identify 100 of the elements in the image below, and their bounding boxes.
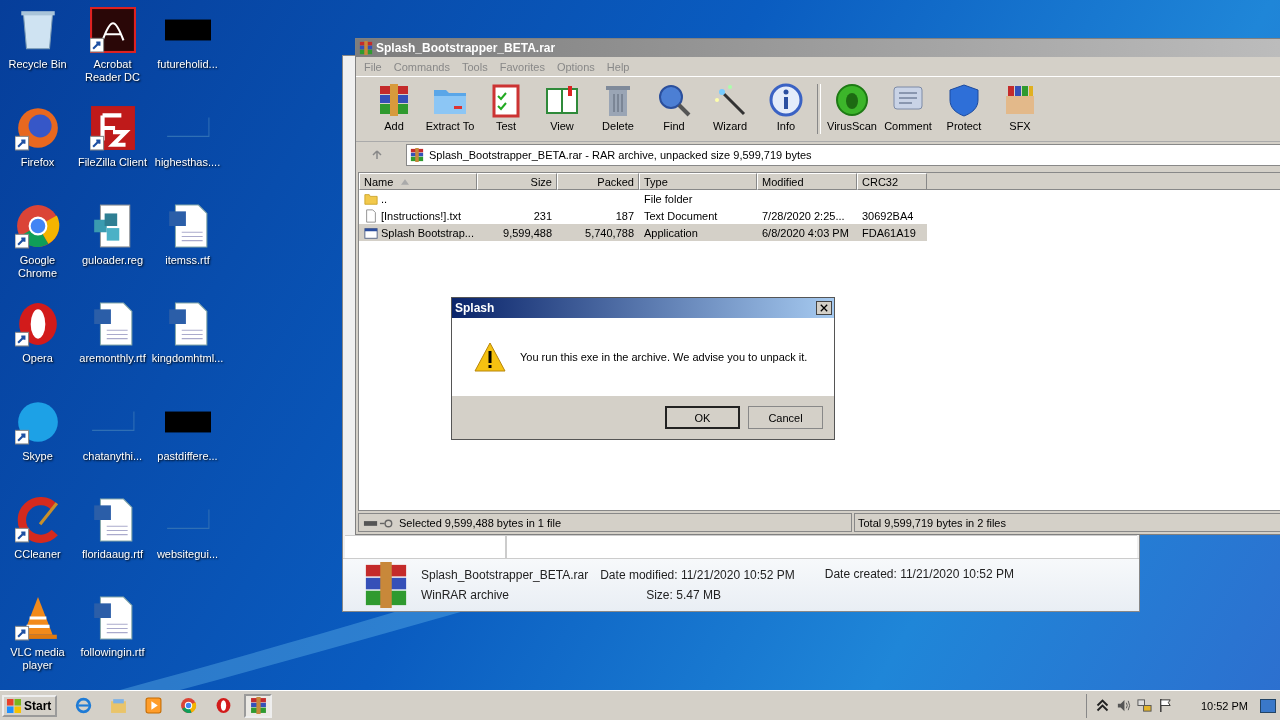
icon-label[interactable]: chatanythi... [76, 450, 149, 463]
ok-button[interactable]: OK [665, 406, 740, 429]
date-created: Date created: 11/21/2020 10:52 PM [824, 567, 1015, 581]
dialog-title: Splash [455, 301, 495, 315]
file-row[interactable]: Splash Bootstrap... 9,599,488 5,740,788 Application 6/8/2020 4:03 PM FDA61A19 [359, 224, 927, 241]
file-size: Size: 5.47 MB [646, 588, 722, 602]
cell-text: Application [644, 226, 698, 239]
cell-text: 231 [533, 209, 552, 222]
date-modified: Date modified: 11/21/2020 10:52 PM [600, 568, 795, 582]
cell-text: 7/28/2020 2:25... [762, 209, 845, 222]
browser-icon [179, 697, 197, 714]
toolbar-button[interactable]: Comment [880, 80, 936, 138]
icon-label[interactable]: VLC media player [1, 646, 74, 672]
application-icon [364, 225, 378, 240]
bug-icon [834, 82, 870, 118]
icon-label[interactable]: futureholid... [151, 58, 224, 71]
cell-text: [Instructions!].txt [381, 209, 462, 222]
cell-text: 5,740,788 [585, 226, 634, 239]
speaker-icon[interactable] [1115, 698, 1131, 713]
start-button[interactable]: Start [2, 694, 58, 717]
toolbar-button[interactable]: Find [646, 80, 702, 138]
address-text: Splash_Bootstrapper_BETA.rar - RAR archive, unpacked size 9,599,719 bytes [429, 149, 812, 161]
close-button[interactable] [816, 301, 832, 315]
warning-icon [474, 342, 506, 372]
show-desktop-button[interactable] [1260, 698, 1276, 713]
app-icon[interactable] [14, 105, 61, 151]
column-header[interactable]: Name [359, 173, 477, 190]
toolbar-button[interactable]: View [534, 80, 590, 138]
drive-icon [363, 517, 395, 528]
toolbar-button[interactable]: Add [366, 80, 422, 138]
cell-text: Text Document [644, 209, 718, 222]
column-header[interactable]: Packed [557, 173, 639, 190]
app-icon[interactable] [89, 105, 136, 151]
app-icon[interactable] [14, 203, 61, 249]
up-arrow-icon [372, 150, 382, 160]
icon-label[interactable]: Opera [1, 352, 74, 365]
play-icon [144, 697, 162, 714]
chevron-icon[interactable] [1094, 698, 1110, 713]
icon-label[interactable]: guloader.reg [76, 254, 149, 267]
archive-icon [363, 562, 409, 608]
app-icon[interactable] [14, 399, 61, 445]
toolbar-button[interactable]: Test [478, 80, 534, 138]
icon-label[interactable]: Recycle Bin [1, 58, 74, 71]
toolbar-button[interactable]: VirusScan [824, 80, 880, 138]
cell-text: FDA61A19 [862, 226, 916, 239]
archive-icon [249, 697, 267, 714]
icon-label[interactable]: kingdomhtml... [151, 352, 224, 365]
window-title: Splash_Bootstrapper_BETA.rar [376, 41, 556, 55]
cell-text: 30692BA4 [862, 209, 914, 222]
column-header[interactable]: Modified [757, 173, 857, 190]
folder-icon [364, 191, 378, 206]
wand-icon [712, 82, 748, 118]
flag-icon[interactable] [1157, 698, 1173, 713]
app-icon[interactable] [14, 497, 61, 543]
toolbar-button[interactable]: Wizard [702, 80, 758, 138]
cell-text: .. [381, 192, 388, 205]
app-icon[interactable] [89, 7, 136, 53]
cell-text: 187 [615, 209, 634, 222]
icon-label[interactable]: pastdiffere... [151, 450, 224, 463]
icon-label[interactable]: followingin.rtf [76, 646, 149, 659]
toolbar-button[interactable]: Extract To [422, 80, 478, 138]
column-header[interactable]: Type [639, 173, 757, 190]
dialog-message: You run this exe in the archive. We advise you to unpack it. [520, 351, 808, 363]
archive-icon [359, 41, 373, 55]
address-field[interactable]: Splash_Bootstrapper_BETA.rar - RAR archive, unpacked size 9,599,719 bytes [406, 144, 1280, 166]
windows-logo-icon [6, 697, 22, 714]
network-icon[interactable] [1136, 698, 1152, 713]
column-header[interactable]: Size [477, 173, 557, 190]
toolbar-button[interactable]: SFX [992, 80, 1048, 138]
text-file-icon [364, 208, 378, 223]
taskbar-button[interactable] [244, 693, 273, 718]
icon-label[interactable]: highesthas.... [151, 156, 224, 169]
icon-label[interactable]: itemss.rtf [151, 254, 224, 267]
cancel-button[interactable]: Cancel [748, 406, 823, 429]
shield-icon [946, 82, 982, 118]
status-text: Total 9,599,719 bytes in 2 files [858, 516, 1006, 529]
cell-text: 6/8/2020 4:03 PM [762, 226, 849, 239]
search-icon [656, 82, 692, 118]
toolbar-button[interactable]: Delete [590, 80, 646, 138]
icon-label[interactable]: Google Chrome [1, 254, 74, 280]
icon-label[interactable]: floridaaug.rtf [76, 548, 149, 561]
file-row[interactable]: .. File folder [359, 190, 927, 207]
toolbar-button[interactable]: Protect [936, 80, 992, 138]
icon-label[interactable]: FileZilla Client [76, 156, 149, 169]
archive-icon [410, 148, 424, 162]
icon-label[interactable]: Skype [1, 450, 74, 463]
cell-text: 9,599,488 [503, 226, 552, 239]
toolbar-button[interactable]: Info [758, 80, 814, 138]
icon-label[interactable]: Acrobat Reader DC [76, 58, 149, 84]
clock[interactable]: 10:52 PM [1200, 699, 1248, 712]
file-row[interactable]: [Instructions!].txt 231 187 Text Document 7/28/2020 2:25... 30692BA4 [359, 207, 927, 224]
icon-label[interactable]: websitegui... [151, 548, 224, 561]
icon-label[interactable]: CCleaner [1, 548, 74, 561]
info-icon [768, 82, 804, 118]
browser-icon [214, 697, 232, 714]
column-header[interactable]: CRC32 [857, 173, 927, 190]
close-icon [820, 304, 828, 312]
file-type: WinRAR archive [421, 588, 511, 602]
icon-label[interactable]: Firefox [1, 156, 74, 169]
icon-label[interactable]: aremonthly.rtf [76, 352, 149, 365]
